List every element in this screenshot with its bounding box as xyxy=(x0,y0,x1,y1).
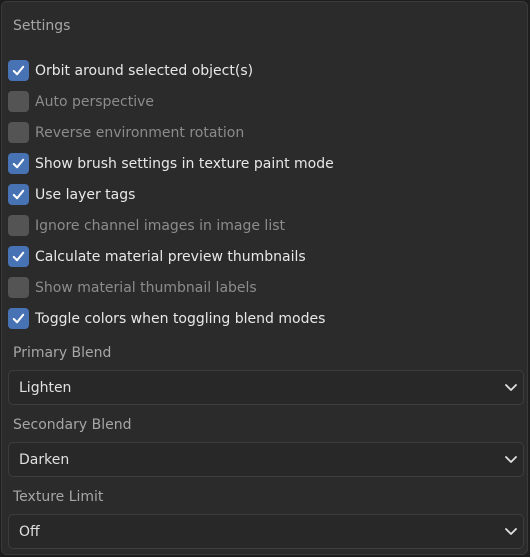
checkbox[interactable] xyxy=(8,215,29,236)
checkbox[interactable] xyxy=(8,277,29,298)
checkbox-row-auto-perspective[interactable]: Auto perspective xyxy=(8,86,518,117)
texture-limit-dropdown[interactable]: Off xyxy=(8,514,524,549)
checkbox-label: Show brush settings in texture paint mod… xyxy=(35,155,334,172)
texture-limit-value: Off xyxy=(19,524,40,540)
checkmark-icon xyxy=(12,251,25,262)
secondary-blend-dropdown[interactable]: Darken xyxy=(8,442,524,477)
texture-limit-label: Texture Limit xyxy=(13,489,104,505)
primary-blend-dropdown[interactable]: Lighten xyxy=(8,370,524,405)
checkbox[interactable] xyxy=(8,184,29,205)
checkmark-icon xyxy=(12,158,25,169)
primary-blend-value: Lighten xyxy=(19,380,72,396)
checkbox-label: Use layer tags xyxy=(35,186,136,203)
primary-blend-label: Primary Blend xyxy=(13,345,112,361)
checkbox-label: Orbit around selected object(s) xyxy=(35,62,254,79)
secondary-blend-value: Darken xyxy=(19,452,70,468)
checkbox-row-reverse-environment-rotation[interactable]: Reverse environment rotation xyxy=(8,117,518,148)
checkbox[interactable] xyxy=(8,153,29,174)
secondary-blend-label: Secondary Blend xyxy=(13,417,132,433)
checkbox-row-thumbnail-labels[interactable]: Show material thumbnail labels xyxy=(8,272,518,303)
chevron-down-icon xyxy=(504,526,518,538)
checkbox-label: Toggle colors when toggling blend modes xyxy=(35,310,326,327)
checkbox-label: Ignore channel images in image list xyxy=(35,217,285,234)
checkbox[interactable] xyxy=(8,91,29,112)
checkbox-list: Orbit around selected object(s) Auto per… xyxy=(8,55,518,334)
chevron-down-icon xyxy=(504,382,518,394)
checkmark-icon xyxy=(12,189,25,200)
checkbox-row-calculate-thumbnails[interactable]: Calculate material preview thumbnails xyxy=(8,241,518,272)
checkbox-row-ignore-channel-images[interactable]: Ignore channel images in image list xyxy=(8,210,518,241)
checkbox[interactable] xyxy=(8,308,29,329)
checkbox-row-toggle-colors[interactable]: Toggle colors when toggling blend modes xyxy=(8,303,518,334)
checkbox[interactable] xyxy=(8,122,29,143)
checkbox-row-show-brush-settings[interactable]: Show brush settings in texture paint mod… xyxy=(8,148,518,179)
checkbox-label: Calculate material preview thumbnails xyxy=(35,248,306,265)
checkbox-label: Show material thumbnail labels xyxy=(35,279,257,296)
checkbox[interactable] xyxy=(8,60,29,81)
checkbox-label: Reverse environment rotation xyxy=(35,124,245,141)
checkbox[interactable] xyxy=(8,246,29,267)
settings-panel: Settings Orbit around selected object(s)… xyxy=(1,1,528,555)
checkmark-icon xyxy=(12,313,25,324)
chevron-down-icon xyxy=(504,454,518,466)
checkbox-label: Auto perspective xyxy=(35,93,154,110)
checkmark-icon xyxy=(12,65,25,76)
checkbox-row-use-layer-tags[interactable]: Use layer tags xyxy=(8,179,518,210)
panel-title: Settings xyxy=(13,18,71,34)
checkbox-row-orbit-selected[interactable]: Orbit around selected object(s) xyxy=(8,55,518,86)
